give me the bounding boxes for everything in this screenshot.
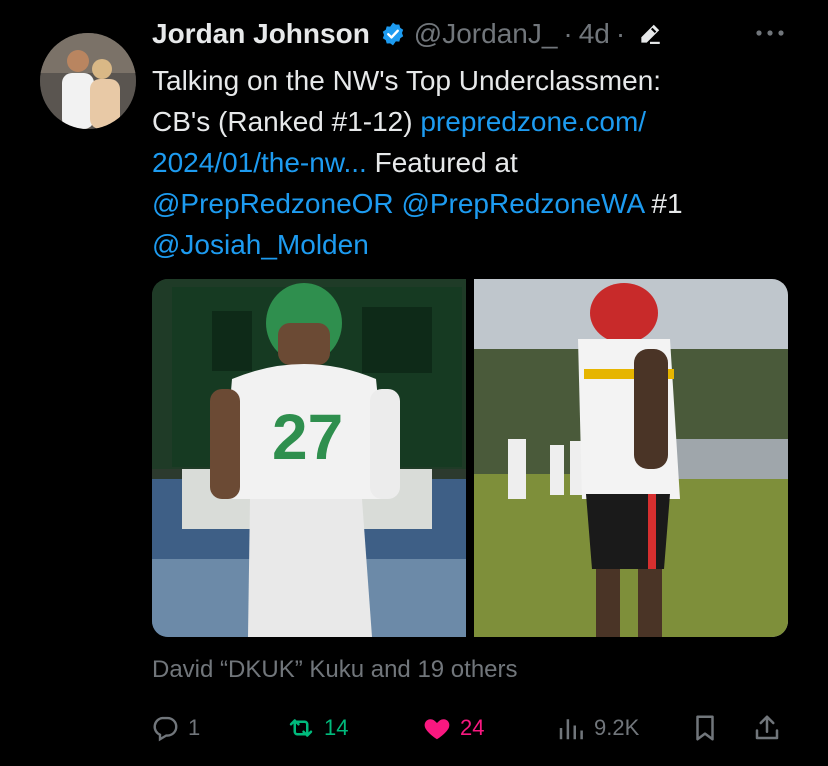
mention-link[interactable]: @PrepRedzoneWA [401,188,643,219]
more-horizontal-icon [756,30,784,36]
heart-filled-icon [424,719,450,740]
tweet-header: Jordan Johnson @JordanJ_ · 4d · [152,16,663,52]
reply-icon [153,716,178,742]
reply-button[interactable]: 1 [150,704,200,752]
retweet-icon [289,719,313,737]
bookmark-icon [696,715,714,741]
separator: · [615,18,626,49]
tweet-text-line: Talking on the NW's Top Underclassmen: [152,65,662,96]
views-button[interactable]: 9.2K [556,704,639,752]
timestamp[interactable]: 4d [579,18,610,50]
display-name[interactable]: Jordan Johnson [152,18,370,50]
handle[interactable]: @JordanJ_ [414,18,558,50]
action-bar: 1 14 24 9.2K [0,704,828,752]
tweet-text-segment: Featured at [366,147,518,178]
svg-text:27: 27 [272,401,343,473]
avatar-image [40,33,136,129]
media-grid: 27 [152,279,788,637]
retweet-count: 14 [324,715,349,740]
tweet-text: Talking on the NW's Top Underclassmen: C… [152,60,802,265]
tweet-text-segment: CB's (Ranked #1-12) [152,106,421,137]
bookmark-button[interactable] [690,704,720,752]
like-count: 24 [460,715,485,740]
tweet-text-segment: #1 [643,188,683,219]
views-count: 9.2K [594,715,640,740]
mention-link[interactable]: @PrepRedzoneOR [152,188,394,219]
tweet-link[interactable]: 2024/01/the-nw... [152,147,367,178]
share-button[interactable] [752,704,782,752]
photo-football-player-green[interactable]: 27 [152,279,466,637]
avatar[interactable] [40,33,136,129]
more-options-button[interactable] [752,18,788,48]
liked-by-text[interactable]: David “DKUK” Kuku and 19 others [152,656,518,684]
edited-pencil-icon[interactable] [637,21,663,47]
like-button[interactable]: 24 [422,704,484,752]
retweet-button[interactable]: 14 [286,704,348,752]
mention-link[interactable]: @Josiah_Molden [152,229,369,260]
tweet-link[interactable]: prepredzone.com/ [420,106,646,137]
views-bar-chart-icon [559,719,583,740]
photo-football-player-red[interactable] [474,279,788,637]
reply-count: 1 [188,715,201,740]
photo-icon [474,279,788,637]
verified-badge-icon[interactable] [380,21,406,47]
separator: · [563,18,573,49]
share-icon [755,715,779,740]
photo-icon: 27 [152,279,466,637]
